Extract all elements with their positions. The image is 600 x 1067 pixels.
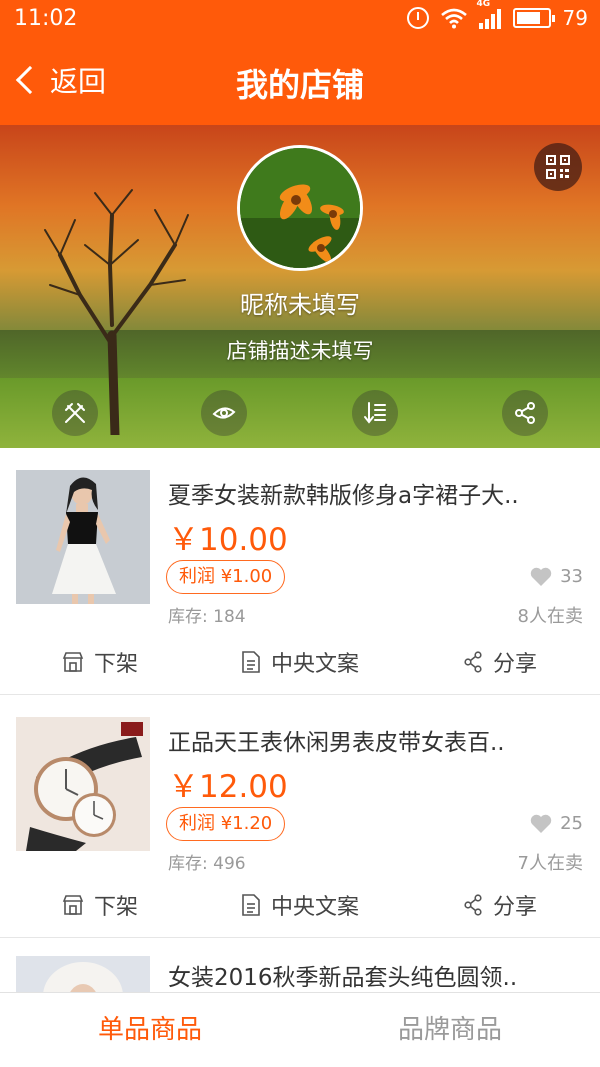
profit-badge: 利润 ¥1.20 [166, 807, 286, 841]
battery-icon [512, 8, 555, 28]
share-product-button[interactable]: 分享 [400, 644, 600, 680]
page-title: 我的店铺 [235, 66, 364, 104]
dress-model-image [16, 470, 150, 604]
status-icons: 4G 79 [406, 0, 588, 30]
sort-icon [364, 402, 386, 424]
nav-bar: 返回 我的店铺 [0, 42, 600, 125]
unlist-button[interactable]: 下架 [0, 644, 200, 680]
copy-text-label: 中央文案 [270, 895, 359, 920]
network-type: 4G [476, 0, 491, 9]
document-icon [242, 894, 260, 916]
store-icon [62, 895, 84, 915]
flower-image [240, 148, 360, 268]
document-icon [242, 651, 260, 673]
copy-text-button[interactable]: 中央文案 [200, 644, 400, 680]
knit-model-image [16, 956, 150, 992]
copy-text-label: 中央文案 [270, 652, 359, 677]
product-price: ￥10.00 [168, 522, 288, 558]
copy-text-button[interactable]: 中央文案 [200, 887, 400, 923]
likes-count: 33 [560, 566, 583, 587]
product-title[interactable]: 女装2016秋季新品套头纯色圆领.. [168, 958, 578, 992]
product-price: ￥12.00 [168, 769, 288, 805]
watch-image [16, 717, 150, 851]
alarm-icon [406, 7, 429, 29]
sort-button[interactable] [352, 390, 398, 436]
product-thumbnail[interactable] [16, 956, 150, 992]
unlist-label: 下架 [93, 652, 138, 677]
battery-percent: 79 [562, 6, 588, 30]
product-actions: 下架 中央文案 分享 [0, 887, 600, 923]
shop-nickname[interactable]: 昵称未填写 [0, 285, 600, 320]
tools-icon [65, 403, 85, 423]
tab-single-products[interactable]: 单品商品 [0, 993, 300, 1067]
bottom-tabs: 单品商品 品牌商品 [0, 992, 600, 1067]
profit-badge: 利润 ¥1.00 [166, 560, 286, 594]
product-likes[interactable]: 25 [530, 813, 583, 834]
shop-description[interactable]: 店铺描述未填写 [0, 335, 600, 365]
heart-icon [530, 567, 552, 586]
qr-code-button[interactable] [534, 143, 582, 191]
battery-fill [516, 12, 541, 24]
product-title[interactable]: 正品天王表休闲男表皮带女表百.. [168, 723, 578, 757]
signal-icon: 4G [477, 0, 501, 29]
likes-count: 25 [560, 813, 583, 834]
product-stock: 库存: 496 [168, 854, 246, 874]
product-stock: 库存: 184 [168, 607, 246, 627]
settings-button[interactable] [52, 390, 98, 436]
heart-icon [530, 814, 552, 833]
wifi-icon [440, 8, 467, 29]
share-product-button[interactable]: 分享 [400, 887, 600, 923]
product-actions: 下架 中央文案 分享 [0, 644, 600, 680]
unlist-button[interactable]: 下架 [0, 887, 200, 923]
sellers-count: 8人在卖 [517, 606, 583, 627]
share-icon [464, 651, 482, 673]
preview-button[interactable] [201, 390, 247, 436]
share-label: 分享 [492, 652, 537, 677]
product-card[interactable]: 正品天王表休闲男表皮带女表百.. ￥12.00 利润 ¥1.20 库存: 496… [0, 695, 600, 937]
product-likes[interactable]: 33 [530, 566, 583, 587]
eye-icon [212, 407, 236, 419]
sellers-count: 7人在卖 [517, 853, 583, 874]
share-label: 分享 [492, 895, 537, 920]
unlist-label: 下架 [93, 895, 138, 920]
status-time: 11:02 [14, 6, 78, 31]
tab-brand-products[interactable]: 品牌商品 [300, 993, 600, 1067]
product-thumbnail[interactable] [16, 470, 150, 604]
store-icon [62, 652, 84, 672]
share-icon [464, 894, 482, 916]
product-title[interactable]: 夏季女装新款韩版修身a字裙子大.. [168, 476, 578, 510]
product-card[interactable]: 夏季女装新款韩版修身a字裙子大.. ￥10.00 利润 ¥1.00 库存: 18… [0, 448, 600, 694]
product-thumbnail[interactable] [16, 717, 150, 851]
qr-code-icon [546, 155, 570, 179]
share-icon [515, 402, 535, 424]
shop-avatar[interactable] [237, 145, 363, 271]
product-card[interactable]: 女装2016秋季新品套头纯色圆领.. [0, 938, 600, 992]
share-shop-button[interactable] [502, 390, 548, 436]
status-bar: 11:02 4G 79 [0, 0, 600, 42]
shop-banner: 昵称未填写 店铺描述未填写 [0, 125, 600, 448]
top-bar: 11:02 4G 79 返回 我的店铺 [0, 0, 600, 125]
